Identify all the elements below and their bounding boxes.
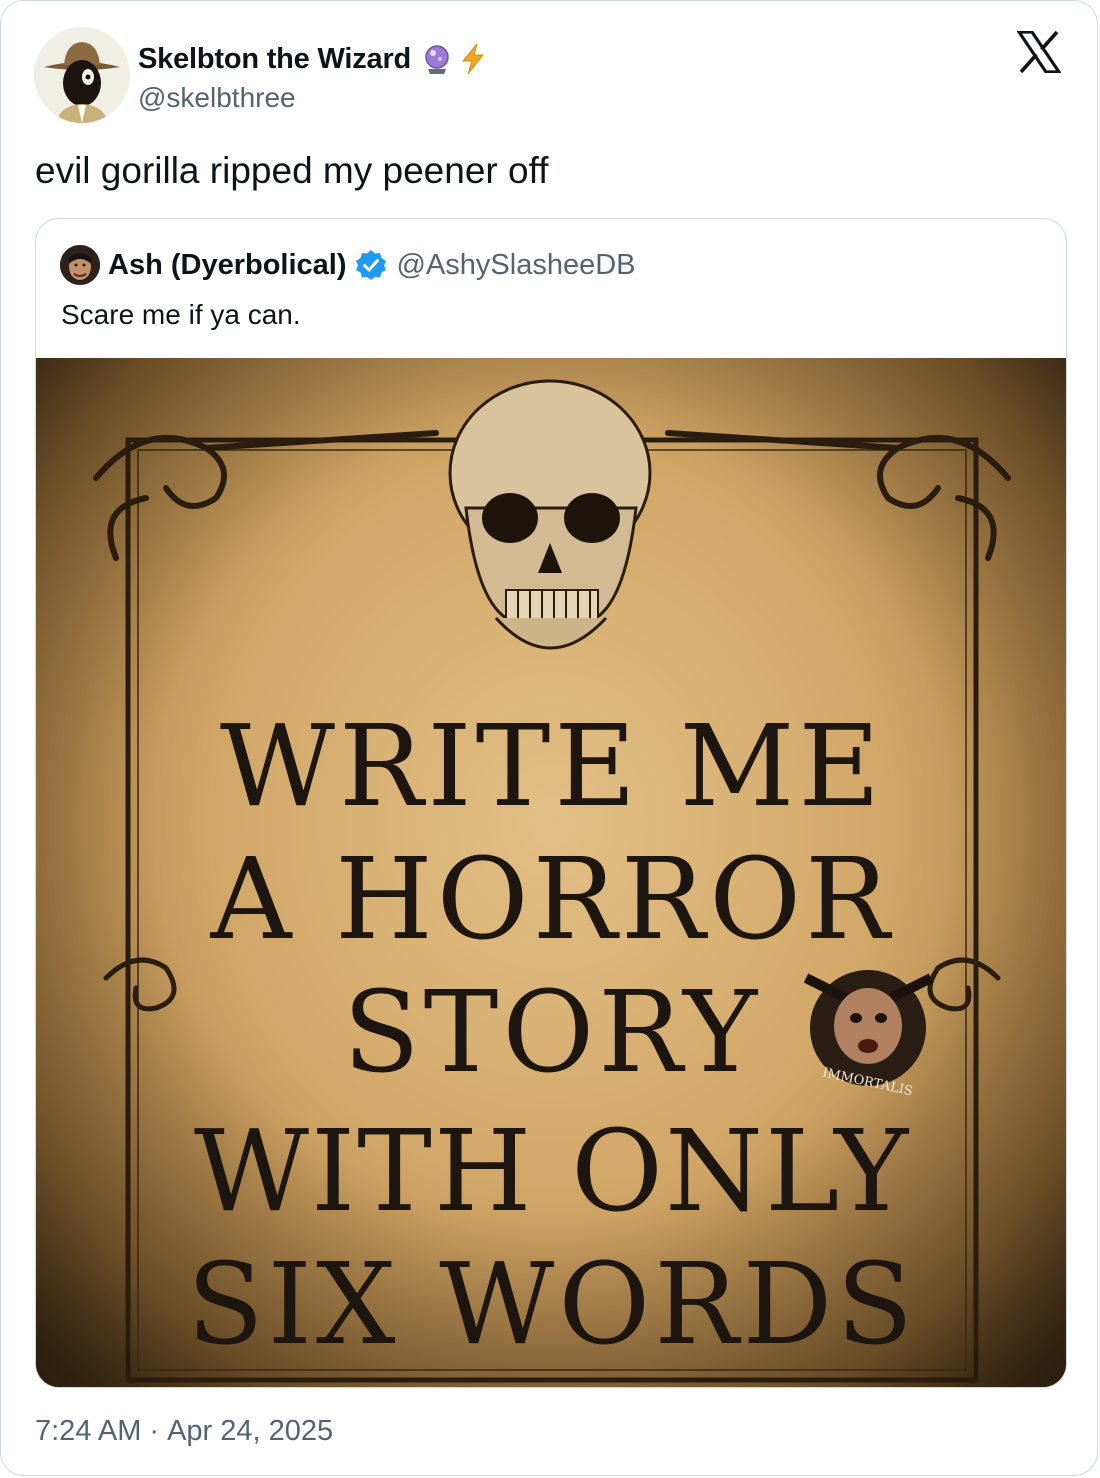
poster-line-3: STORY	[343, 968, 761, 1098]
quoted-author-handle[interactable]: @AshySlasheeDB	[397, 249, 636, 282]
quoted-author-avatar[interactable]	[60, 245, 100, 285]
author-avatar[interactable]	[34, 27, 130, 123]
post-card[interactable]: Skelbton the Wizard @skelbthree evil gor…	[0, 0, 1098, 1476]
author-handle[interactable]: @skelbthree	[138, 82, 489, 114]
quoted-post-header: Ash (Dyerbolical) @AshySlasheeDB	[60, 245, 636, 285]
quoted-post[interactable]: Ash (Dyerbolical) @AshySlasheeDB Scare m…	[35, 218, 1067, 1388]
crystal-ball-icon	[425, 45, 449, 74]
lightning-icon	[462, 43, 485, 75]
poster-line-5: SIX WORDS	[187, 1240, 917, 1370]
post-timestamp[interactable]: 7:24 AM · Apr 24, 2025	[35, 1415, 333, 1448]
poster-line-2: A HORROR	[210, 835, 894, 965]
timestamp-date[interactable]: Apr 24, 2025	[167, 1415, 333, 1448]
timestamp-time[interactable]: 7:24 AM	[35, 1415, 141, 1448]
poster-line-1: WRITE ME	[220, 702, 884, 832]
author-display-name[interactable]: Skelbton the Wizard	[138, 43, 411, 76]
display-name-row: Skelbton the Wizard	[138, 36, 489, 82]
quoted-author-name[interactable]: Ash (Dyerbolical)	[108, 249, 347, 282]
post-text: evil gorilla ripped my peener off	[35, 150, 549, 191]
poster-line-4: WITH ONLY	[194, 1107, 910, 1237]
quoted-post-text: Scare me if ya can.	[61, 299, 301, 330]
author-names: Skelbton the Wizard @skelbthree	[138, 36, 489, 114]
x-logo-icon[interactable]	[1017, 31, 1061, 73]
post-author[interactable]: Skelbton the Wizard @skelbthree	[34, 27, 489, 123]
verified-badge-icon[interactable]	[355, 249, 387, 281]
quoted-post-image[interactable]: WRITE ME A HORROR STORY WITH ONLY SIX WO…	[36, 358, 1066, 1387]
timestamp-separator: ·	[149, 1415, 160, 1447]
